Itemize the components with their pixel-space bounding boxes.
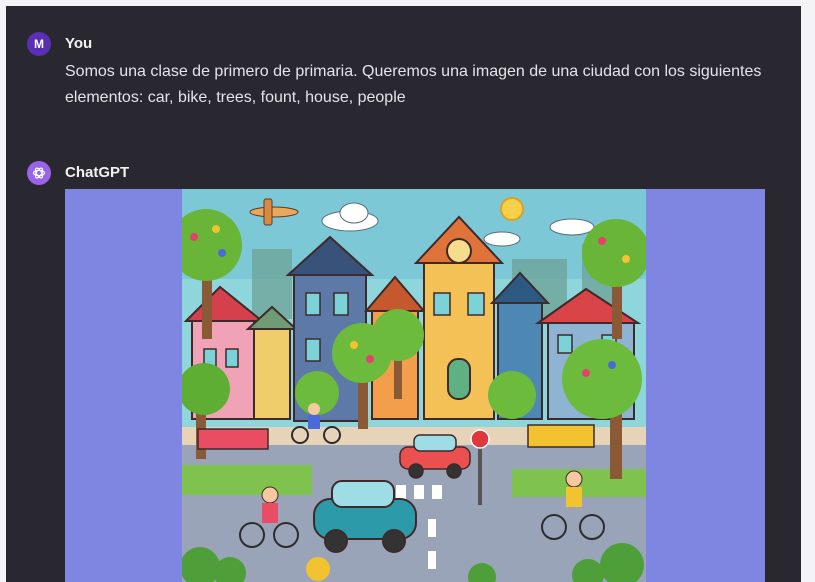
- user-message: Somos una clase de primero de primaria. …: [65, 63, 762, 106]
- assistant-avatar: [27, 161, 51, 185]
- openai-logo-icon: [32, 167, 46, 179]
- user-avatar-letter: M: [34, 37, 44, 51]
- window-edge-right: [801, 0, 815, 582]
- city-illustration: [182, 189, 646, 582]
- generated-image[interactable]: [65, 189, 765, 582]
- assistant-name: ChatGPT: [65, 164, 130, 181]
- user-avatar: M: [27, 32, 51, 56]
- user-name: You: [65, 35, 93, 52]
